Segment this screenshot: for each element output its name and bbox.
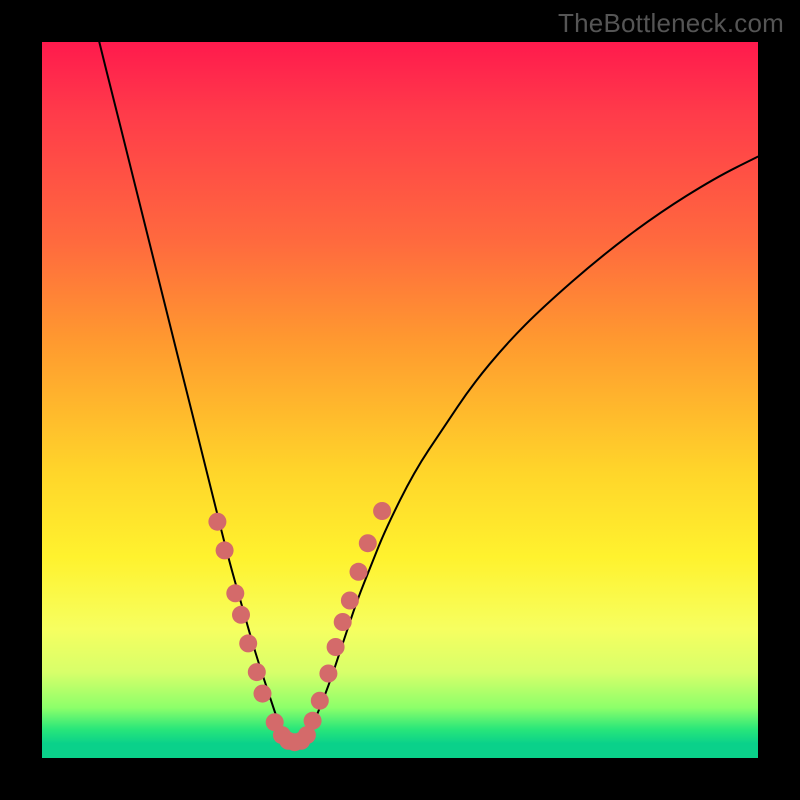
- plot-area: [42, 42, 758, 758]
- data-point: [254, 685, 272, 703]
- data-point: [341, 592, 359, 610]
- data-point: [239, 634, 257, 652]
- data-point: [327, 638, 345, 656]
- data-point: [208, 513, 226, 531]
- chart-frame: TheBottleneck.com: [0, 0, 800, 800]
- watermark-text: TheBottleneck.com: [558, 8, 784, 39]
- data-point: [311, 692, 329, 710]
- curve-svg: [42, 42, 758, 758]
- bottleneck-curve: [99, 42, 758, 744]
- data-point: [304, 712, 322, 730]
- data-point: [216, 541, 234, 559]
- data-point: [359, 534, 377, 552]
- data-point: [232, 606, 250, 624]
- data-point: [319, 665, 337, 683]
- data-point: [248, 663, 266, 681]
- data-point: [350, 563, 368, 581]
- marker-group: [208, 502, 391, 751]
- data-point: [334, 613, 352, 631]
- data-point: [226, 584, 244, 602]
- data-point: [373, 502, 391, 520]
